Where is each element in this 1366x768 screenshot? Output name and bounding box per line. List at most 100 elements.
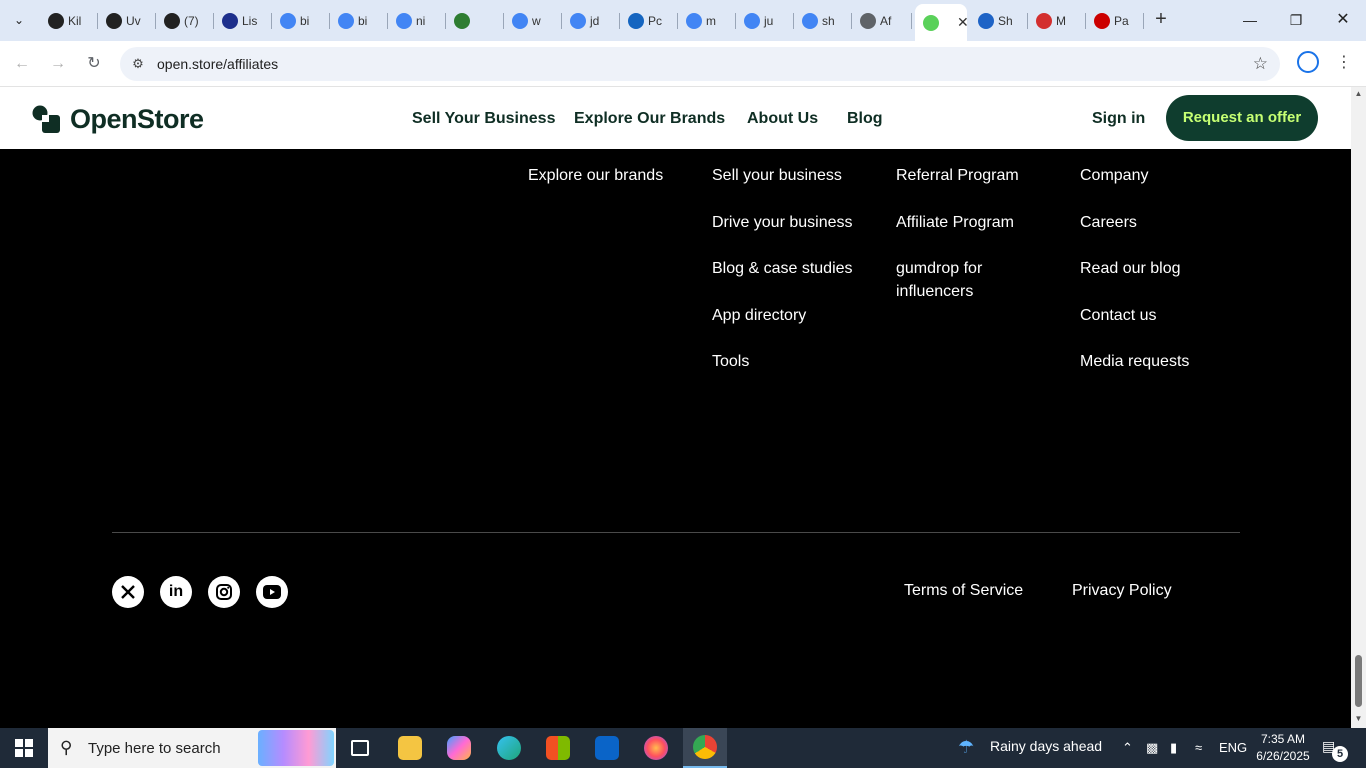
footer-divider [112,532,1240,533]
scroll-thumb[interactable] [1355,655,1362,707]
close-window-button[interactable]: ✕ [1320,6,1366,34]
back-button[interactable]: ← [9,51,35,77]
minimize-button[interactable]: — [1227,6,1273,34]
footer-link[interactable]: gumdrop for influencers [896,257,1026,303]
meet-now-icon[interactable]: ▩ [1146,740,1158,756]
privacy-policy-link[interactable]: Privacy Policy [1072,582,1172,600]
file-explorer-icon[interactable] [388,728,432,768]
linkedin-icon[interactable]: in [160,576,192,608]
tab-separator [911,13,912,29]
openai-icon [48,12,64,29]
footer-link[interactable]: Media requests [1080,350,1189,373]
footer-link[interactable]: Drive your business [712,211,853,234]
new-tab-button[interactable]: + [1150,8,1172,30]
browser-tab-label: bi [358,13,368,28]
browser-tab[interactable]: bi [272,6,330,35]
scroll-down-arrow-icon[interactable]: ▼ [1354,714,1363,723]
notification-center-icon[interactable]: ▤ 5 [1322,738,1348,762]
footer-link[interactable]: Careers [1080,211,1137,234]
footer-link[interactable]: Read our blog [1080,257,1181,280]
edge-icon[interactable] [487,728,531,768]
browser-tab[interactable]: ju [736,6,794,35]
browser-tab[interactable]: sh [794,6,852,35]
xf-icon [628,12,644,29]
nav-about-us[interactable]: About Us [747,110,818,128]
footer-link[interactable]: Sell your business [712,164,842,187]
browser-tab[interactable]: Sh [970,6,1028,35]
wifi-icon[interactable]: ≈ [1195,740,1202,755]
browser-tab[interactable]: ✕ [915,4,967,41]
url-text[interactable]: open.store/affiliates [157,56,278,72]
x-icon[interactable] [112,576,144,608]
target-icon [1094,12,1110,29]
instagram-icon[interactable] [208,576,240,608]
browser-menu-icon[interactable]: ⋮ [1336,51,1352,75]
reload-button[interactable]: ↻ [81,51,107,77]
nav-blog[interactable]: Blog [847,110,883,128]
browser-tab-label: M [1056,13,1066,28]
browser-tab-label: Uv [126,13,141,28]
footer-link-affiliate[interactable]: Affiliate Program [896,211,1014,234]
page-scrollbar[interactable]: ▲ ▼ [1351,87,1366,728]
browser-tab-label: Pc [648,13,663,28]
footer-link[interactable]: Contact us [1080,304,1156,327]
browser-tab[interactable]: Lis [214,6,272,35]
restore-button[interactable]: ❐ [1273,6,1319,34]
taskbar-search-placeholder: Type here to search [88,740,221,757]
google-icon [686,12,702,29]
browser-tab[interactable]: Af [852,6,912,35]
firefox-icon[interactable] [634,728,678,768]
footer-link[interactable]: App directory [712,304,806,327]
youtube-icon[interactable] [256,576,288,608]
close-tab-icon[interactable]: ✕ [957,14,967,31]
taskbar-clock[interactable]: 7:35 AM 6/26/2025 [1250,731,1316,765]
weather-text[interactable]: Rainy days ahead [990,738,1102,754]
browser-tab-label: sh [822,13,835,28]
terms-of-service-link[interactable]: Terms of Service [904,582,1023,600]
request-offer-button[interactable]: Request an offer [1166,95,1318,141]
browser-tab[interactable]: Uv [98,6,156,35]
site-info-icon[interactable]: ⚙ [130,56,146,72]
sign-in-link[interactable]: Sign in [1092,110,1145,128]
profile-avatar-icon[interactable] [1297,51,1319,73]
browser-tab[interactable]: Pc [620,6,678,35]
windows-start-icon[interactable] [0,728,48,768]
browser-tab[interactable]: jd [562,6,620,35]
nav-explore-our-brands[interactable]: Explore Our Brands [574,110,725,128]
browser-tab[interactable]: w [504,6,562,35]
taskbar-search-box[interactable]: ⚲ Type here to search [48,728,336,768]
browser-tab-label: bi [300,13,310,28]
browser-tab[interactable]: Kil [40,6,98,35]
google-icon [338,12,354,29]
footer-link[interactable]: Company [1080,164,1148,187]
task-view-icon[interactable] [338,728,382,768]
outlook-icon[interactable] [585,728,629,768]
bookmark-star-icon[interactable]: ☆ [1253,54,1268,74]
footer-link[interactable]: Explore our brands [528,164,663,187]
clock-time: 7:35 AM [1260,732,1306,746]
footer-link[interactable]: Blog & case studies [712,257,853,280]
language-indicator[interactable]: ENG [1219,740,1247,755]
google-icon [570,12,586,29]
browser-tab[interactable]: ni [388,6,446,35]
tab-search-chevron-icon[interactable]: ⌄ [6,7,32,33]
footer-link[interactable]: Referral Program [896,164,1019,187]
nav-sell-your-business[interactable]: Sell Your Business [412,110,555,128]
browser-tab[interactable]: bi [330,6,388,35]
footer-link[interactable]: Tools [712,350,749,373]
browser-tab[interactable]: Pa [1086,6,1144,35]
battery-icon[interactable]: ▮ [1170,740,1177,756]
forward-button[interactable]: → [45,51,71,77]
openstore-logo[interactable]: OpenStore [32,104,204,135]
copilot-icon[interactable] [437,728,481,768]
address-bar[interactable]: ⚙ open.store/affiliates ☆ [120,47,1280,81]
scroll-up-arrow-icon[interactable]: ▲ [1354,89,1363,98]
chrome-icon[interactable] [683,728,727,768]
browser-tab[interactable] [446,6,504,35]
google-icon [744,12,760,29]
browser-tab[interactable]: M [1028,6,1086,35]
browser-tab[interactable]: m [678,6,736,35]
microsoft-store-icon[interactable] [536,728,580,768]
show-hidden-icons-chevron-icon[interactable]: ⌃ [1122,740,1133,756]
browser-tab[interactable]: (7) [156,6,214,35]
